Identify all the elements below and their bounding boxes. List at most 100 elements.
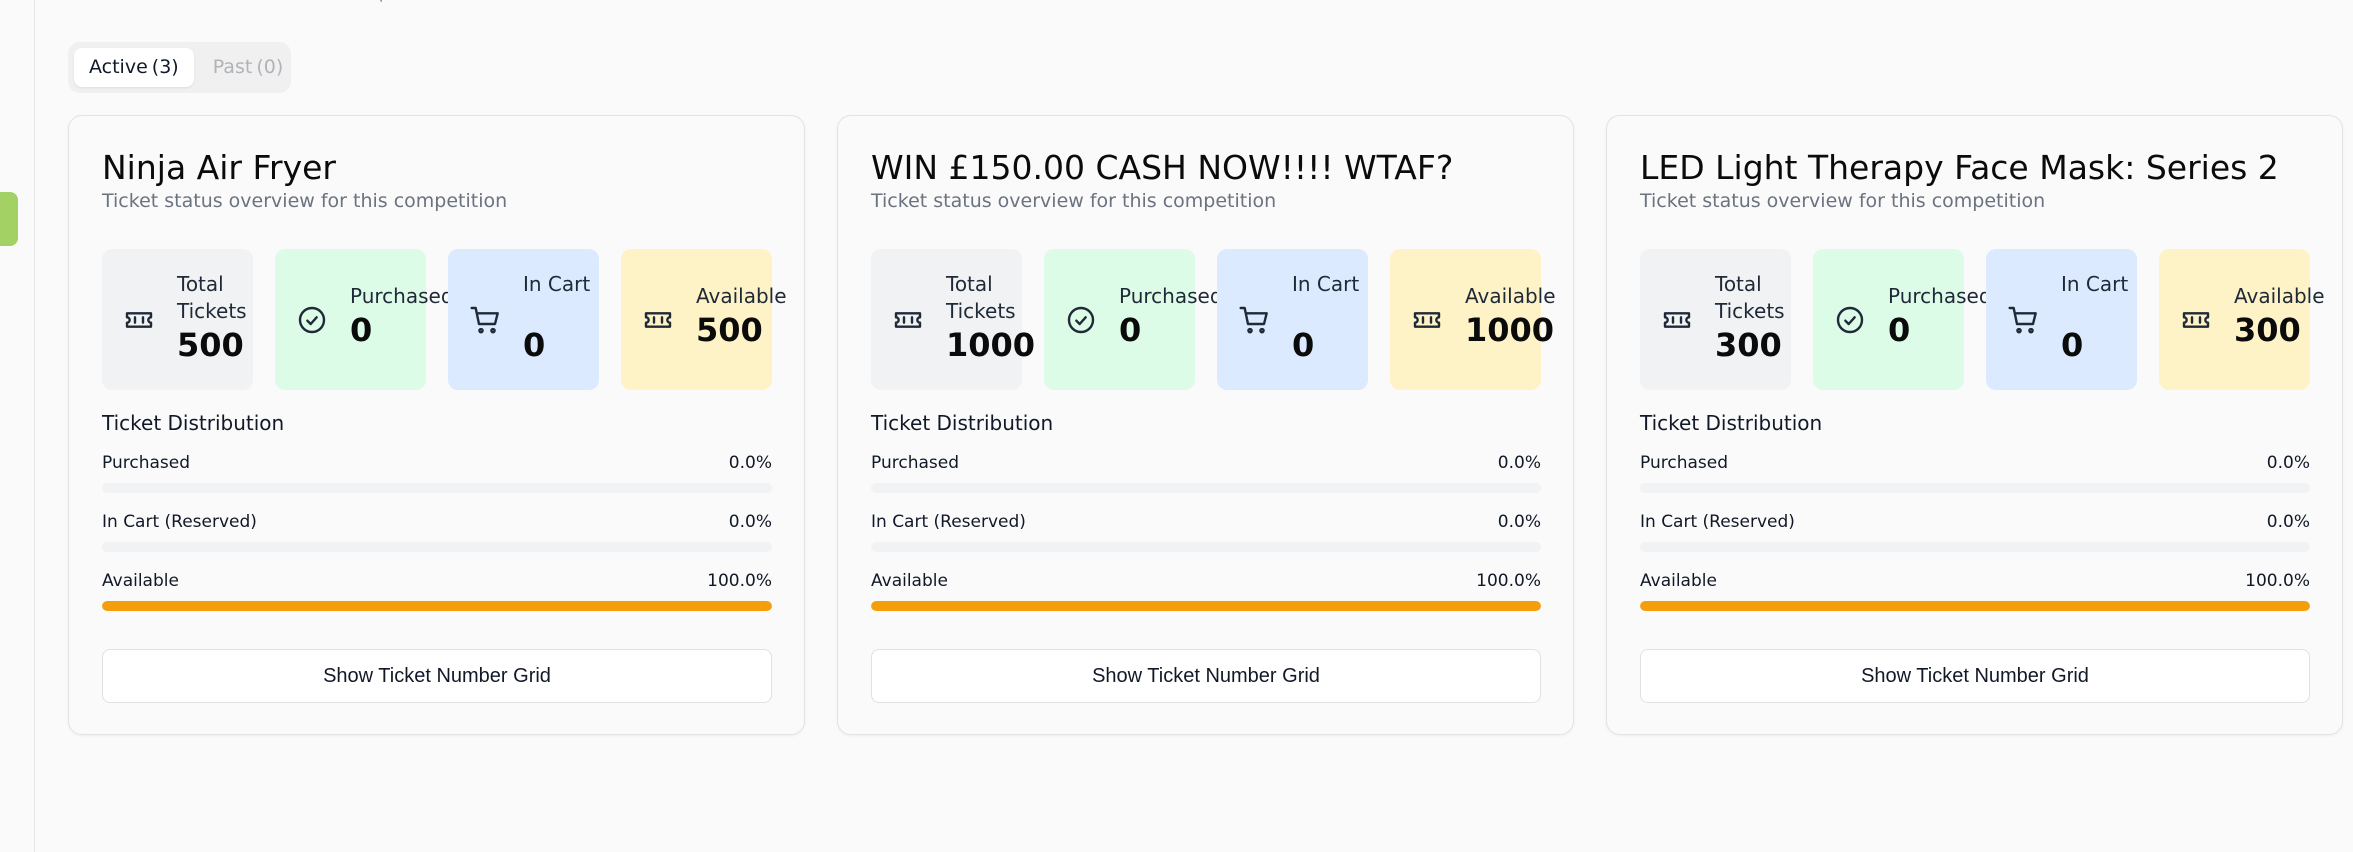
ticket-icon xyxy=(891,304,925,336)
progress-track xyxy=(1640,542,2310,552)
distribution-label: In Cart (Reserved) xyxy=(1640,512,1795,532)
distribution-label: Purchased xyxy=(1640,453,1728,473)
stat-value: 0 xyxy=(350,311,373,349)
distribution-percent: 0.0% xyxy=(2266,512,2310,532)
stat-label: In Cart xyxy=(2061,272,2129,296)
distribution-percent: 100.0% xyxy=(1476,571,1541,591)
cart-icon xyxy=(468,304,502,336)
progress-track xyxy=(1640,601,2310,611)
ticket-icon xyxy=(641,304,675,336)
distribution-percent: 0.0% xyxy=(2266,453,2310,473)
stat-label: Purchased xyxy=(1888,284,1992,308)
stat-value: 500 xyxy=(696,311,763,349)
stat-label: Purchased xyxy=(350,284,454,308)
competition-card: Ninja Air Fryer Ticket status overview f… xyxy=(68,115,805,735)
ticket-icon xyxy=(1660,304,1694,336)
card-subtitle: Ticket status overview for this competit… xyxy=(871,190,1277,212)
header-fragment xyxy=(380,0,388,2)
stat-total-tickets: Total Tickets 1000 xyxy=(871,249,1035,390)
competition-tabs: Active (3) Past (0) xyxy=(68,42,291,93)
stat-value: 0 xyxy=(523,326,546,364)
card-title: LED Light Therapy Face Mask: Series 2 xyxy=(1640,148,2279,187)
tab-active-label: Active xyxy=(89,56,148,78)
progress-track xyxy=(102,542,772,552)
stat-value: 0 xyxy=(1888,311,1911,349)
card-title: Ninja Air Fryer xyxy=(102,148,336,187)
show-ticket-grid-button[interactable]: Show Ticket Number Grid xyxy=(1640,649,2310,703)
stat-total-tickets: Total Tickets 300 xyxy=(1640,249,1791,390)
stat-label: Total Tickets xyxy=(177,272,247,323)
progress-track xyxy=(1640,483,2310,493)
cart-icon xyxy=(1237,304,1271,336)
progress-track xyxy=(102,483,772,493)
distribution-label: Purchased xyxy=(102,453,190,473)
competition-card: LED Light Therapy Face Mask: Series 2 Ti… xyxy=(1606,115,2343,735)
stat-value: 0 xyxy=(1119,311,1142,349)
stat-label: In Cart xyxy=(1292,272,1360,296)
ticket-icon xyxy=(1410,304,1444,336)
sidebar-active-indicator[interactable] xyxy=(0,192,18,246)
distribution-label: Available xyxy=(1640,571,1717,591)
distribution-label: In Cart (Reserved) xyxy=(871,512,1026,532)
tab-past-label: Past xyxy=(212,56,253,78)
stat-available: Available 300 xyxy=(2159,249,2325,390)
stat-value: 1000 xyxy=(946,326,1036,364)
cart-icon xyxy=(2006,304,2040,336)
check-circle-icon xyxy=(1064,304,1098,336)
stat-in-cart: In Cart 0 xyxy=(448,249,599,390)
stat-label: Available xyxy=(1465,284,1556,308)
show-ticket-grid-button[interactable]: Show Ticket Number Grid xyxy=(871,649,1541,703)
ticket-icon xyxy=(2179,304,2213,336)
stat-total-tickets: Total Tickets 500 xyxy=(102,249,253,390)
stat-available: Available 1000 xyxy=(1390,249,1556,390)
distribution-heading: Ticket Distribution xyxy=(871,411,1054,435)
distribution-percent: 0.0% xyxy=(1497,453,1541,473)
progress-track xyxy=(102,601,772,611)
card-subtitle: Ticket status overview for this competit… xyxy=(102,190,508,212)
distribution-row-purchased: Purchased 0.0% xyxy=(102,453,772,493)
show-ticket-grid-button[interactable]: Show Ticket Number Grid xyxy=(102,649,772,703)
stat-purchased: Purchased 0 xyxy=(1813,249,1992,390)
stat-value: 300 xyxy=(1715,326,1782,364)
distribution-row-available: Available 100.0% xyxy=(1640,571,2310,611)
check-circle-icon xyxy=(1833,304,1867,336)
stat-value: 0 xyxy=(1292,326,1315,364)
tab-active-count: (3) xyxy=(151,56,179,78)
distribution-heading: Ticket Distribution xyxy=(102,411,285,435)
card-title: WIN £150.00 CASH NOW!!!! WTAF? xyxy=(871,148,1454,187)
distribution-percent: 0.0% xyxy=(728,512,772,532)
progress-track xyxy=(871,542,1541,552)
progress-track xyxy=(871,601,1541,611)
distribution-row-available: Available 100.0% xyxy=(102,571,772,611)
stat-label: Purchased xyxy=(1119,284,1223,308)
stat-purchased: Purchased 0 xyxy=(275,249,454,390)
sidebar xyxy=(0,0,35,852)
stat-label: Total Tickets xyxy=(946,272,1016,323)
distribution-percent: 100.0% xyxy=(2245,571,2310,591)
distribution-label: Available xyxy=(871,571,948,591)
stat-value: 500 xyxy=(177,326,244,364)
stat-label: In Cart xyxy=(523,272,591,296)
distribution-label: Purchased xyxy=(871,453,959,473)
distribution-heading: Ticket Distribution xyxy=(1640,411,1823,435)
distribution-row-purchased: Purchased 0.0% xyxy=(1640,453,2310,493)
distribution-row-in-cart: In Cart (Reserved) 0.0% xyxy=(871,512,1541,552)
progress-track xyxy=(871,483,1541,493)
distribution-percent: 0.0% xyxy=(728,453,772,473)
stat-value: 1000 xyxy=(1465,311,1555,349)
distribution-row-purchased: Purchased 0.0% xyxy=(871,453,1541,493)
check-circle-icon xyxy=(295,304,329,336)
distribution-label: Available xyxy=(102,571,179,591)
tab-active[interactable]: Active (3) xyxy=(74,48,194,87)
progress-fill xyxy=(1640,601,2310,611)
stat-available: Available 500 xyxy=(621,249,787,390)
progress-fill xyxy=(871,601,1541,611)
stat-value: 0 xyxy=(2061,326,2084,364)
distribution-percent: 0.0% xyxy=(1497,512,1541,532)
distribution-row-in-cart: In Cart (Reserved) 0.0% xyxy=(102,512,772,552)
card-subtitle: Ticket status overview for this competit… xyxy=(1640,190,2046,212)
tab-past[interactable]: Past (0) xyxy=(198,48,299,87)
distribution-percent: 100.0% xyxy=(707,571,772,591)
progress-fill xyxy=(102,601,772,611)
stat-in-cart: In Cart 0 xyxy=(1217,249,1368,390)
